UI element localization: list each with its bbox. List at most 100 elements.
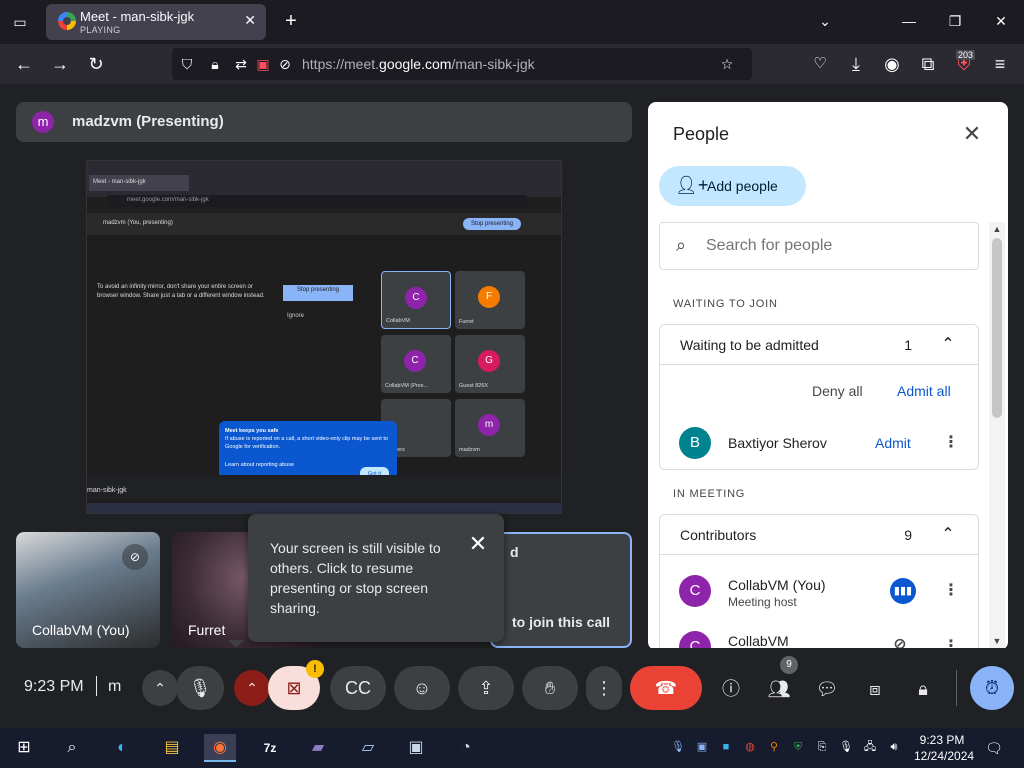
screen-recorder-icon[interactable]: ◔ <box>450 734 482 762</box>
mic-tray-icon[interactable]: 🎙︎ <box>670 739 686 755</box>
presenter-name: madzvm (Presenting) <box>72 113 224 130</box>
notification-icon[interactable]: 🗨︎ <box>984 738 1004 758</box>
downloads-icon[interactable]: ⤓ <box>844 52 868 76</box>
popup-text: Your screen is still visible to others. … <box>270 540 441 616</box>
windows-start-icon[interactable]: ⊞ <box>8 734 40 762</box>
contributors-group-header[interactable]: Contributors 9 ⌃ <box>660 515 978 555</box>
usb-tray-icon[interactable]: ⎘ <box>814 739 830 755</box>
waiting-group-header[interactable]: Waiting to be admitted 1 ⌃ <box>660 325 978 365</box>
7zip-icon[interactable]: 7z <box>254 734 286 762</box>
scroll-thumb[interactable] <box>992 238 1002 418</box>
popup-pointer <box>228 640 244 648</box>
captions-button[interactable]: CC <box>330 666 386 710</box>
tray-app-icon[interactable]: ⚲ <box>766 739 782 755</box>
admit-all-button[interactable]: Admit all <box>897 383 951 399</box>
more-options-button[interactable]: ⋮ <box>586 666 622 710</box>
security-tray-icon[interactable]: ⛨ <box>790 739 806 755</box>
menu-hamburger-icon[interactable]: ≡ <box>988 52 1012 76</box>
mic-muted-indicator-icon[interactable]: ⊘ <box>276 55 294 73</box>
extensions-icon[interactable]: ⧉ <box>916 52 940 76</box>
permissions-icon[interactable]: ⇄ <box>232 55 250 73</box>
notepad-icon[interactable]: ▱ <box>352 734 384 762</box>
mic-button[interactable]: 🎙︎ <box>176 666 224 710</box>
alarm-clock-icon[interactable]: ⏰︎ <box>970 666 1014 710</box>
chat-icon[interactable]: 💬︎ <box>814 676 840 702</box>
firefox-icon[interactable]: ◉ <box>204 734 236 762</box>
minimize-icon[interactable]: — <box>898 10 920 32</box>
shared-meet-view: madzvm (You, presenting) Stop presenting… <box>87 213 561 513</box>
more-options-icon[interactable]: ⋮ <box>941 433 961 453</box>
forward-arrow-icon[interactable]: → <box>48 52 72 76</box>
search-people-field[interactable]: ⌕ <box>659 222 979 270</box>
shield-icon[interactable]: ⛉ <box>178 55 196 73</box>
more-options-icon[interactable]: ⋮ <box>941 581 961 601</box>
network-icon[interactable]: 🖧︎ <box>862 739 878 755</box>
bookmark-star-icon[interactable]: ☆ <box>718 55 736 73</box>
file-explorer-icon[interactable]: ▤ <box>156 734 188 762</box>
shared-toolbar <box>87 475 561 499</box>
chevron-up-icon[interactable]: ⌃ <box>936 333 960 357</box>
tray-app-icon[interactable]: ■ <box>718 739 734 755</box>
people-count-badge: 9 <box>780 656 798 674</box>
tray-app-icon[interactable]: ◍ <box>742 739 758 755</box>
tab-title: Meet - man-sibk-jgk <box>80 9 195 24</box>
account-icon[interactable]: ◉ <box>880 52 904 76</box>
tab-meet[interactable]: Meet - man-sibk-jgk PLAYING ✕ <box>46 4 266 40</box>
tab-close-icon[interactable]: ✕ <box>244 12 256 29</box>
window-close-icon[interactable]: ✕ <box>990 10 1012 32</box>
tray-app-icon[interactable]: ▣ <box>694 739 710 755</box>
taskbar-date: 12/24/2024 <box>914 749 975 763</box>
host-controls-icon[interactable]: 🔒︎ <box>910 676 936 702</box>
audio-options-chevron-icon[interactable]: ⌃ <box>142 670 178 706</box>
waiting-group-label: Waiting to be admitted <box>680 337 819 353</box>
join-request-tile[interactable]: d to join this call <box>490 532 632 648</box>
volume-icon[interactable]: 🔊︎ <box>886 739 902 755</box>
people-scrollbar[interactable]: ▲ ▼ <box>989 222 1005 650</box>
admit-button[interactable]: Admit <box>875 435 911 451</box>
search-icon[interactable]: ⌕ <box>56 734 88 762</box>
deny-all-button[interactable]: Deny all <box>812 383 863 399</box>
call-controls: 9:23 PM m ⌃ 🎙︎ ⌃ ⊠ CC ☺ ⇪ ✋︎ ⋮ ☎︎ ⓘ 👥︎ 💬… <box>0 648 1024 728</box>
shared-mirror-warning: To avoid an infinity mirror, don't share… <box>97 284 265 299</box>
participant-thumbnail[interactable]: ⊘ CollabVM (You) <box>16 532 160 648</box>
raise-hand-button[interactable]: ✋︎ <box>522 666 578 710</box>
mic-tray-icon[interactable]: 🎙︎ <box>838 739 854 755</box>
people-title: People <box>673 124 730 144</box>
back-arrow-icon[interactable]: ← <box>12 52 36 76</box>
tab-overflow-chevron-icon[interactable]: ⌄ <box>814 10 836 32</box>
obs-icon[interactable]: ▰ <box>302 734 334 762</box>
leave-call-button[interactable]: ☎︎ <box>630 666 702 710</box>
search-input[interactable] <box>706 235 956 257</box>
chevron-up-icon[interactable]: ⌃ <box>936 523 960 547</box>
screen-share-indicator-icon[interactable]: ▣ <box>254 55 272 73</box>
people-icon[interactable]: 👥︎ <box>766 676 792 702</box>
shared-presenting-bar: madzvm (You, presenting) Stop presenting <box>87 213 561 235</box>
new-tab-icon[interactable]: + <box>280 10 302 32</box>
popup-close-icon[interactable]: ✕ <box>466 532 490 556</box>
url-bar[interactable]: ⛉ 🔒︎ ⇄ ▣ ⊘ https://meet.google.com/man-s… <box>172 48 752 80</box>
participant-role: Meeting host <box>728 595 797 609</box>
close-icon[interactable]: ✕ <box>960 122 984 146</box>
edge-icon[interactable]: ◐ <box>106 734 138 762</box>
lock-icon[interactable]: 🔒︎ <box>206 55 224 73</box>
emoji-button[interactable]: ☺ <box>394 666 450 710</box>
pocket-icon[interactable]: ♡ <box>808 52 832 76</box>
reload-icon[interactable]: ↻ <box>84 52 108 76</box>
contributors-label: Contributors <box>680 527 757 543</box>
screen-visible-popup[interactable]: Your screen is still visible to others. … <box>248 514 504 642</box>
meeting-info-icon[interactable]: ⓘ <box>718 676 744 702</box>
taskbar-clock[interactable]: 9:23 PM 12/24/2024 <box>914 732 975 764</box>
shared-tile-name: CollabVM <box>386 318 410 324</box>
present-button[interactable]: ⇪ <box>458 666 514 710</box>
shared-tile-avatar: C <box>405 287 427 309</box>
scroll-up-icon[interactable]: ▲ <box>989 224 1005 238</box>
tab-list-icon[interactable]: ▭ <box>8 10 32 34</box>
shared-stop-box: Stop presenting <box>283 285 353 301</box>
activities-icon[interactable]: ⧈ <box>862 676 888 702</box>
shared-screen[interactable]: Meet - man-sibk-jgk meet.google.com/man-… <box>86 160 562 514</box>
url-text[interactable]: https://meet.google.com/man-sibk-jgk <box>302 56 535 72</box>
video-options-chevron-icon[interactable]: ⌃ <box>234 670 270 706</box>
add-people-button[interactable]: 👤︎+ Add people <box>659 166 806 206</box>
maximize-icon[interactable]: ❐ <box>944 10 966 32</box>
remote-desktop-icon[interactable]: ▣ <box>400 734 432 762</box>
